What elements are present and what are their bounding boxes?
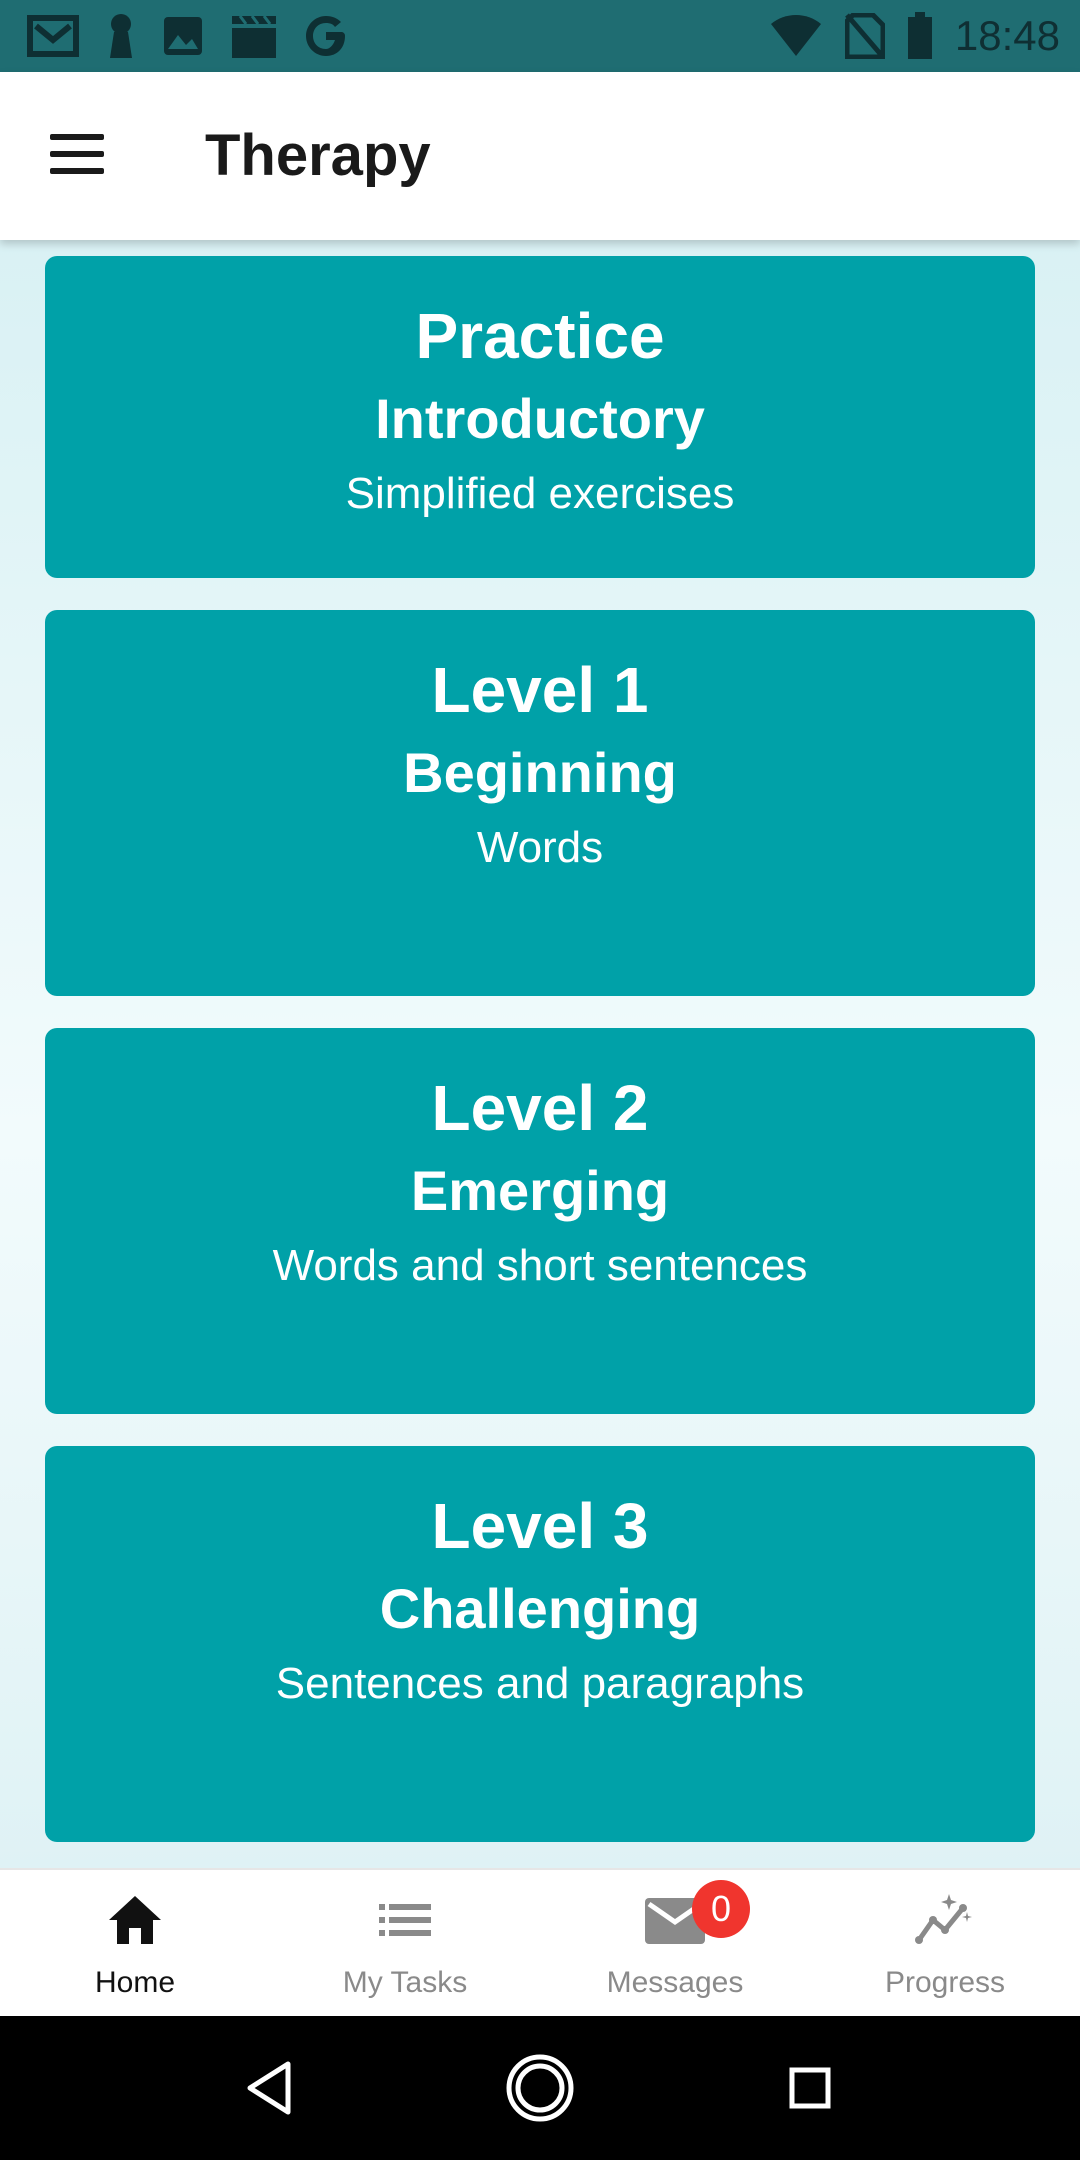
page-title: Therapy [205,123,431,188]
nav-label: Home [94,1966,176,1999]
home-circle-icon[interactable] [504,2052,576,2124]
app-bar: Therapy [0,72,1080,240]
home-icon [109,1896,161,1944]
card-description: Sentences and paragraphs [275,1659,805,1708]
card-description: Simplified exercises [345,469,735,518]
status-right-icons: 18:48 [769,10,1060,62]
progress-chart-icon [915,1894,972,1944]
wifi-icon [770,15,821,56]
nav-label: Progress [884,1966,1006,1999]
level-1-card[interactable]: Level 1 Beginning Words [45,610,1035,996]
card-subtitle: Introductory [375,387,705,450]
gmail-icon [27,15,79,57]
nav-label: My Tasks [342,1966,468,1999]
nav-label: Messages [606,1966,744,1999]
status-bar: 18:48 [0,0,1080,72]
menu-icon[interactable] [40,124,114,188]
card-subtitle: Challenging [379,1577,701,1640]
card-title: Level 3 [431,1490,649,1562]
messages-badge: 0 [692,1880,750,1938]
bottom-navigation: Home My Tasks 0 Messages Progress [0,1868,1080,2018]
no-sim-icon [844,13,885,59]
status-time: 18:48 [954,12,1060,59]
level-3-card[interactable]: Level 3 Challenging Sentences and paragr… [45,1446,1035,1842]
card-subtitle: Beginning [403,741,677,804]
nav-my-tasks[interactable]: My Tasks [270,1870,540,2018]
google-icon [306,16,345,56]
nav-progress[interactable]: Progress [810,1870,1080,2018]
clapper-icon [232,15,276,58]
back-icon[interactable] [234,2052,306,2124]
keyhole-icon [110,14,132,58]
card-description: Words and short sentences [272,1241,808,1290]
nav-home[interactable]: Home [0,1870,270,2018]
battery-icon [907,12,932,59]
recents-icon[interactable] [774,2052,846,2124]
card-title: Level 1 [431,654,649,726]
card-description: Words [476,823,604,872]
image-icon [164,17,202,55]
level-list: Practice Introductory Simplified exercis… [0,240,1080,1870]
level-2-card[interactable]: Level 2 Emerging Words and short sentenc… [45,1028,1035,1414]
practice-card[interactable]: Practice Introductory Simplified exercis… [45,256,1035,578]
card-title: Level 2 [431,1072,649,1144]
system-navigation-bar [0,2016,1080,2160]
card-subtitle: Emerging [410,1159,670,1222]
card-title: Practice [415,300,665,372]
nav-messages[interactable]: 0 Messages [540,1870,810,2018]
list-icon [379,1904,431,1936]
status-left-icons [26,10,348,62]
